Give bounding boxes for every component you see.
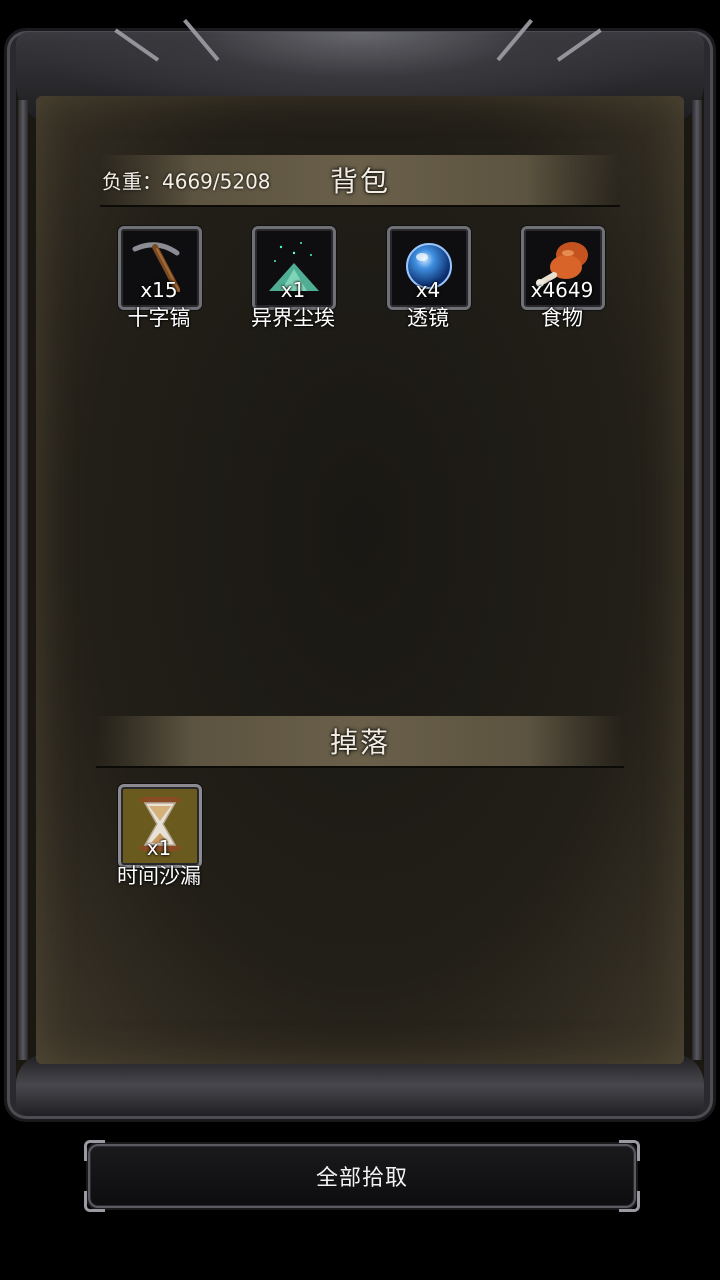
frame-ornament-right <box>692 100 702 1060</box>
item-count: x1 <box>146 836 172 860</box>
weight-label: 负重：4669/5208 <box>102 169 271 194</box>
item-name: 透镜 <box>407 306 449 330</box>
drops-header: 掉落 <box>96 716 624 768</box>
item-name: 时间沙漏 <box>117 864 201 888</box>
item-count: x15 <box>140 278 178 302</box>
item-count: x1 <box>280 278 306 302</box>
item-count: x4 <box>415 278 441 302</box>
item-name: 十字镐 <box>127 306 191 330</box>
item-name: 食物 <box>541 306 583 330</box>
item-count: x4649 <box>530 278 594 302</box>
backpack-item-food[interactable]: x4649 食物 <box>519 226 605 330</box>
backpack-title: 背包 <box>329 165 391 198</box>
frame-ornament-left <box>18 100 28 1060</box>
item-name: 异界尘埃 <box>251 306 335 330</box>
backpack-item-pickaxe[interactable]: x15 十字镐 <box>116 226 202 330</box>
pick-all-button[interactable]: 全部拾取 <box>84 1140 640 1212</box>
drops-title: 掉落 <box>329 726 391 759</box>
drop-item-hourglass[interactable]: x1 时间沙漏 <box>116 784 202 888</box>
backpack-header: 负重：4669/5208 背包 <box>100 155 620 207</box>
backpack-item-lens[interactable]: x4 透镜 <box>385 226 471 330</box>
backpack-item-dust[interactable]: x1 异界尘埃 <box>250 226 336 330</box>
pick-all-label: 全部拾取 <box>315 1166 408 1191</box>
